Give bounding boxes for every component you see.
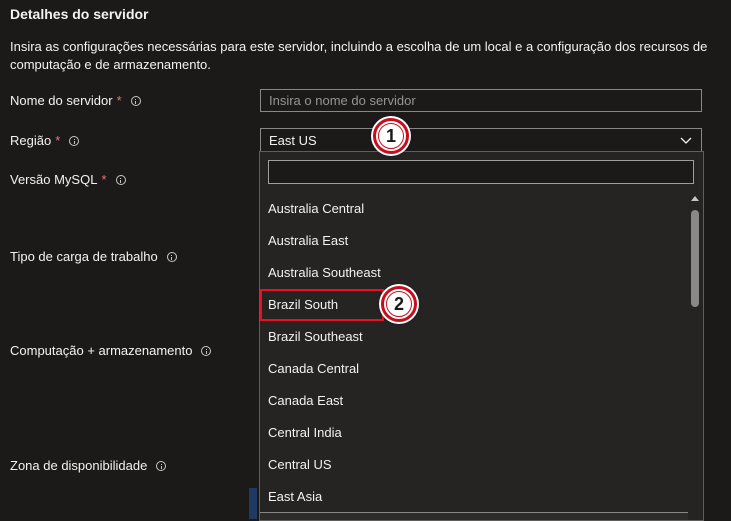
- info-icon[interactable]: [130, 95, 141, 106]
- region-option-central-us[interactable]: Central US: [260, 449, 688, 481]
- compute-storage-label-text: Computação + armazenamento: [10, 343, 193, 358]
- mysql-version-label-text: Versão MySQL: [10, 172, 98, 187]
- region-option-australia-central[interactable]: Australia Central: [260, 193, 688, 225]
- chevron-down-icon: [680, 137, 692, 144]
- callout-badge-1: 1: [373, 118, 409, 154]
- region-label-text: Região: [10, 133, 52, 148]
- region-option-canada-east[interactable]: Canada East: [260, 385, 688, 417]
- info-icon[interactable]: [201, 345, 212, 356]
- region-select[interactable]: East US: [260, 128, 702, 152]
- region-dropdown-panel: Australia Central Australia East Austral…: [259, 151, 704, 521]
- region-option-canada-central[interactable]: Canada Central: [260, 353, 688, 385]
- compute-storage-label: Computação + armazenamento: [10, 343, 212, 358]
- dropdown-scrollbar[interactable]: [690, 193, 700, 519]
- required-marker: *: [116, 93, 122, 108]
- badge-ring: [386, 291, 412, 317]
- dropdown-next-item-edge: [260, 512, 688, 520]
- server-name-label-text: Nome do servidor: [10, 93, 113, 108]
- info-icon[interactable]: [166, 251, 177, 262]
- section-title: Detalhes do servidor: [10, 6, 149, 22]
- region-option-central-india[interactable]: Central India: [260, 417, 688, 449]
- workload-type-label-text: Tipo de carga de trabalho: [10, 249, 158, 264]
- region-option-australia-southeast[interactable]: Australia Southeast: [260, 257, 688, 289]
- region-options-list: Australia Central Australia East Austral…: [260, 193, 688, 513]
- region-option-australia-east[interactable]: Australia East: [260, 225, 688, 257]
- region-selected-value: East US: [269, 132, 317, 148]
- server-name-label: Nome do servidor *: [10, 93, 141, 108]
- region-search-input[interactable]: [268, 160, 694, 184]
- mysql-version-label: Versão MySQL *: [10, 172, 126, 187]
- availability-zone-label-text: Zona de disponibilidade: [10, 458, 148, 473]
- scrollbar-thumb[interactable]: [691, 210, 699, 307]
- info-icon[interactable]: [115, 174, 126, 185]
- scroll-up-arrow-icon[interactable]: [691, 196, 699, 201]
- region-option-east-asia[interactable]: East Asia: [260, 481, 688, 513]
- region-option-brazil-south[interactable]: Brazil South: [260, 289, 384, 321]
- region-option-brazil-southeast[interactable]: Brazil Southeast: [260, 321, 688, 353]
- section-description: Insira as configurações necessárias para…: [10, 39, 708, 72]
- required-marker: *: [55, 133, 61, 148]
- server-name-input[interactable]: [260, 89, 702, 112]
- decorative-strip: [249, 488, 257, 519]
- badge-ring: [378, 123, 404, 149]
- workload-type-label: Tipo de carga de trabalho: [10, 249, 177, 264]
- info-icon[interactable]: [69, 135, 80, 146]
- info-icon[interactable]: [156, 460, 167, 471]
- availability-zone-label: Zona de disponibilidade: [10, 458, 167, 473]
- region-label: Região *: [10, 133, 80, 148]
- required-marker: *: [101, 172, 107, 187]
- callout-badge-2: 2: [381, 286, 417, 322]
